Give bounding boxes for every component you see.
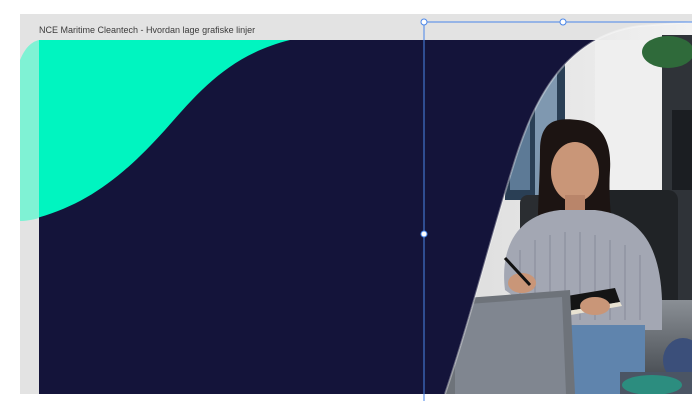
mint-shape-overflow [20, 40, 39, 221]
artboard[interactable] [0, 0, 692, 401]
design-canvas[interactable]: NCE Maritime Cleantech - Hvordan lage gr… [0, 0, 692, 401]
